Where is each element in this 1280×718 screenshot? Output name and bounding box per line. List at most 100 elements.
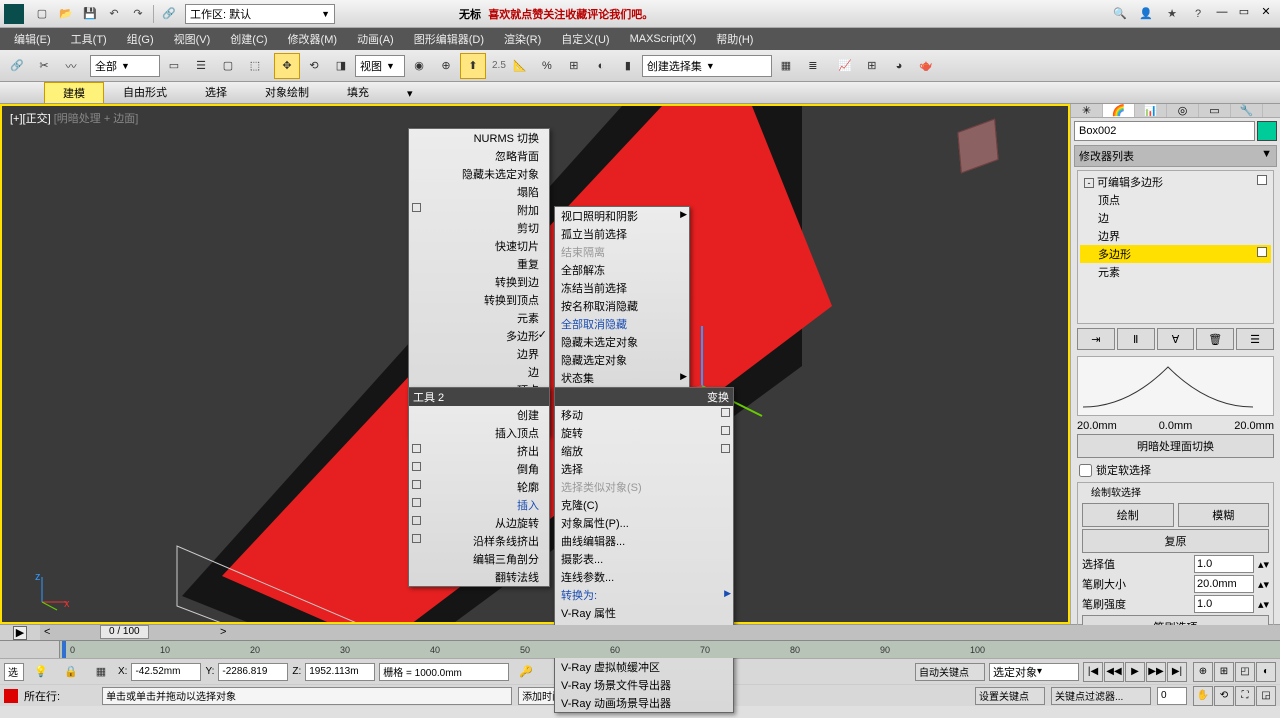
menu-rendering[interactable]: 渲染(R) [494, 29, 551, 49]
menu-animation[interactable]: 动画(A) [347, 29, 404, 49]
object-color-swatch[interactable] [1257, 121, 1277, 141]
ribbon-tab-selection[interactable]: 选择 [186, 81, 246, 103]
scale-tool-icon[interactable]: ◨ [328, 53, 354, 79]
cm-unfreeze-all[interactable]: 全部解冻 [555, 261, 689, 279]
play-button[interactable]: ▶ [1125, 662, 1145, 682]
ribbon-tab-modeling[interactable]: 建模 [44, 82, 104, 103]
cm-clone[interactable]: 克隆(C) [555, 496, 733, 514]
stack-pin-button[interactable]: ⇥ [1077, 328, 1115, 350]
nav-zoomall-icon[interactable]: ⊞ [1214, 662, 1234, 682]
cm-extrude[interactable]: 挤出 [409, 442, 549, 460]
cm-border[interactable]: 边界 [409, 345, 549, 363]
close-button[interactable]: ✕ [1256, 3, 1276, 21]
viewport-label[interactable]: [+][正交] [明暗处理 + 边面] [10, 110, 138, 126]
stack-element[interactable]: 元素 [1080, 263, 1271, 281]
object-name-input[interactable] [1074, 121, 1255, 141]
select-object-icon[interactable]: ▭ [161, 53, 187, 79]
undo-icon[interactable]: ↶ [103, 3, 125, 25]
cm-ignore-backfacing[interactable]: 忽略背面 [409, 147, 549, 165]
cm-inset[interactable]: 插入 [409, 496, 549, 514]
star-icon[interactable]: ★ [1161, 3, 1183, 25]
material-editor-icon[interactable]: ◕ [886, 53, 912, 79]
open-icon[interactable]: 📂 [55, 3, 77, 25]
link-icon[interactable]: 🔗 [158, 3, 180, 25]
menu-grapheditors[interactable]: 图形编辑器(D) [404, 29, 494, 49]
stack-vertex[interactable]: 顶点 [1080, 191, 1271, 209]
cp-tab-hierarchy[interactable]: 📊 [1135, 104, 1167, 117]
cm-vray-props[interactable]: V-Ray 属性 [555, 604, 733, 622]
cm-vray-vfb[interactable]: V-Ray 虚拟帧缓冲区 [555, 658, 733, 676]
stack-edge[interactable]: 边 [1080, 209, 1271, 227]
cm-move[interactable]: 移动 [555, 406, 733, 424]
cm-unhide-byname[interactable]: 按名称取消隐藏 [555, 297, 689, 315]
cm-edge[interactable]: 边 [409, 363, 549, 381]
layers-icon[interactable]: ≣ [800, 53, 826, 79]
cp-tab-modify[interactable]: 🌈 [1103, 104, 1135, 117]
spinner-snap-icon[interactable]: ⊞ [561, 53, 587, 79]
cm-isolate[interactable]: 孤立当前选择 [555, 225, 689, 243]
rect-region-icon[interactable]: ▢ [215, 53, 241, 79]
key-icon[interactable]: 🔑 [513, 659, 539, 685]
goto-start-button[interactable]: |◀ [1083, 662, 1103, 682]
cm-hide-unselected[interactable]: 隐藏未选定对象 [409, 165, 549, 183]
menu-help[interactable]: 帮助(H) [706, 29, 763, 49]
named-sel-icon[interactable]: ◐ [588, 53, 614, 79]
cm-convert-to[interactable]: 转换为:▶ [555, 586, 733, 604]
cp-tab-display[interactable]: ▭ [1199, 104, 1231, 117]
cm-dope-sheet[interactable]: 摄影表... [555, 550, 733, 568]
abs-rel-icon[interactable]: ▦ [88, 659, 114, 685]
select-by-name-icon[interactable]: ☰ [188, 53, 214, 79]
stack-show-button[interactable]: Ⅱ [1117, 328, 1155, 350]
time-handle[interactable]: 0 / 100 [100, 625, 149, 639]
cm-collapse[interactable]: 塌陷 [409, 183, 549, 201]
menu-modifiers[interactable]: 修改器(M) [278, 29, 348, 49]
unlink-tool-icon[interactable]: ✂ [31, 53, 57, 79]
cm-unhide-all[interactable]: 全部取消隐藏 [555, 315, 689, 333]
rotate-tool-icon[interactable]: ⟲ [301, 53, 327, 79]
menu-customize[interactable]: 自定义(U) [551, 29, 619, 49]
cm-convert-edge[interactable]: 转换到边 [409, 273, 549, 291]
cm-bevel[interactable]: 倒角 [409, 460, 549, 478]
lock-soft-checkbox[interactable] [1079, 464, 1092, 477]
restore-button[interactable]: ▭ [1234, 3, 1254, 21]
cm-edit-tri[interactable]: 编辑三角剖分 [409, 550, 549, 568]
cm-vray-anim-export[interactable]: V-Ray 动画场景导出器 [555, 694, 733, 712]
selection-filter-dropdown[interactable]: 全部▼ [90, 55, 160, 77]
cm-freeze-sel[interactable]: 冻结当前选择 [555, 279, 689, 297]
nav-fov-icon[interactable]: ◐ [1256, 662, 1276, 682]
brushsize-spinner[interactable]: 20.0mm [1194, 575, 1254, 593]
save-icon[interactable]: 💾 [79, 3, 101, 25]
cm-attach[interactable]: 附加 [409, 201, 549, 219]
stack-configure-button[interactable]: ☰ [1236, 328, 1274, 350]
shaded-face-toggle[interactable]: 明暗处理面切换 [1077, 434, 1274, 458]
nav-pan-icon[interactable]: ✋ [1193, 686, 1213, 706]
minimize-button[interactable]: — [1212, 3, 1232, 21]
nav-other-icon[interactable]: ◲ [1256, 686, 1276, 706]
cm-statesets[interactable]: 状态集▶ [555, 369, 689, 387]
stack-border[interactable]: 边界 [1080, 227, 1271, 245]
nav-zoom-icon[interactable]: ⊕ [1193, 662, 1213, 682]
menu-views[interactable]: 视图(V) [164, 29, 221, 49]
prev-frame-button[interactable]: ◀◀ [1104, 662, 1124, 682]
menu-create[interactable]: 创建(C) [220, 29, 277, 49]
named-selection-dropdown[interactable]: 创建选择集▼ [642, 55, 772, 77]
selobj-dropdown[interactable]: 选定对象 ▾ [989, 663, 1079, 681]
ribbon-tab-freeform[interactable]: 自由形式 [104, 81, 186, 103]
cm-nurms[interactable]: NURMS 切换 [409, 129, 549, 147]
mirror-icon[interactable]: ▮ [615, 53, 641, 79]
cm-scale[interactable]: 缩放 [555, 442, 733, 460]
lock2-icon[interactable]: 🔒 [58, 659, 84, 685]
pivot-center-icon[interactable]: ◉ [406, 53, 432, 79]
next-frame-button[interactable]: ▶▶ [1146, 662, 1166, 682]
cm-object-props[interactable]: 对象属性(P)... [555, 514, 733, 532]
render-setup-icon[interactable]: 🫖 [913, 53, 939, 79]
menu-tools[interactable]: 工具(T) [61, 29, 117, 49]
manipulate-icon[interactable]: ⊕ [433, 53, 459, 79]
cm-insert-vertex[interactable]: 插入顶点 [409, 424, 549, 442]
window-crossing-icon[interactable]: ⬚ [242, 53, 268, 79]
menu-edit[interactable]: 编辑(E) [4, 29, 61, 49]
cm-wire-params[interactable]: 连线参数... [555, 568, 733, 586]
cm-quickslice[interactable]: 快速切片 [409, 237, 549, 255]
cm-hinge[interactable]: 从边旋转 [409, 514, 549, 532]
nav-orbit-icon[interactable]: ⟲ [1214, 686, 1234, 706]
